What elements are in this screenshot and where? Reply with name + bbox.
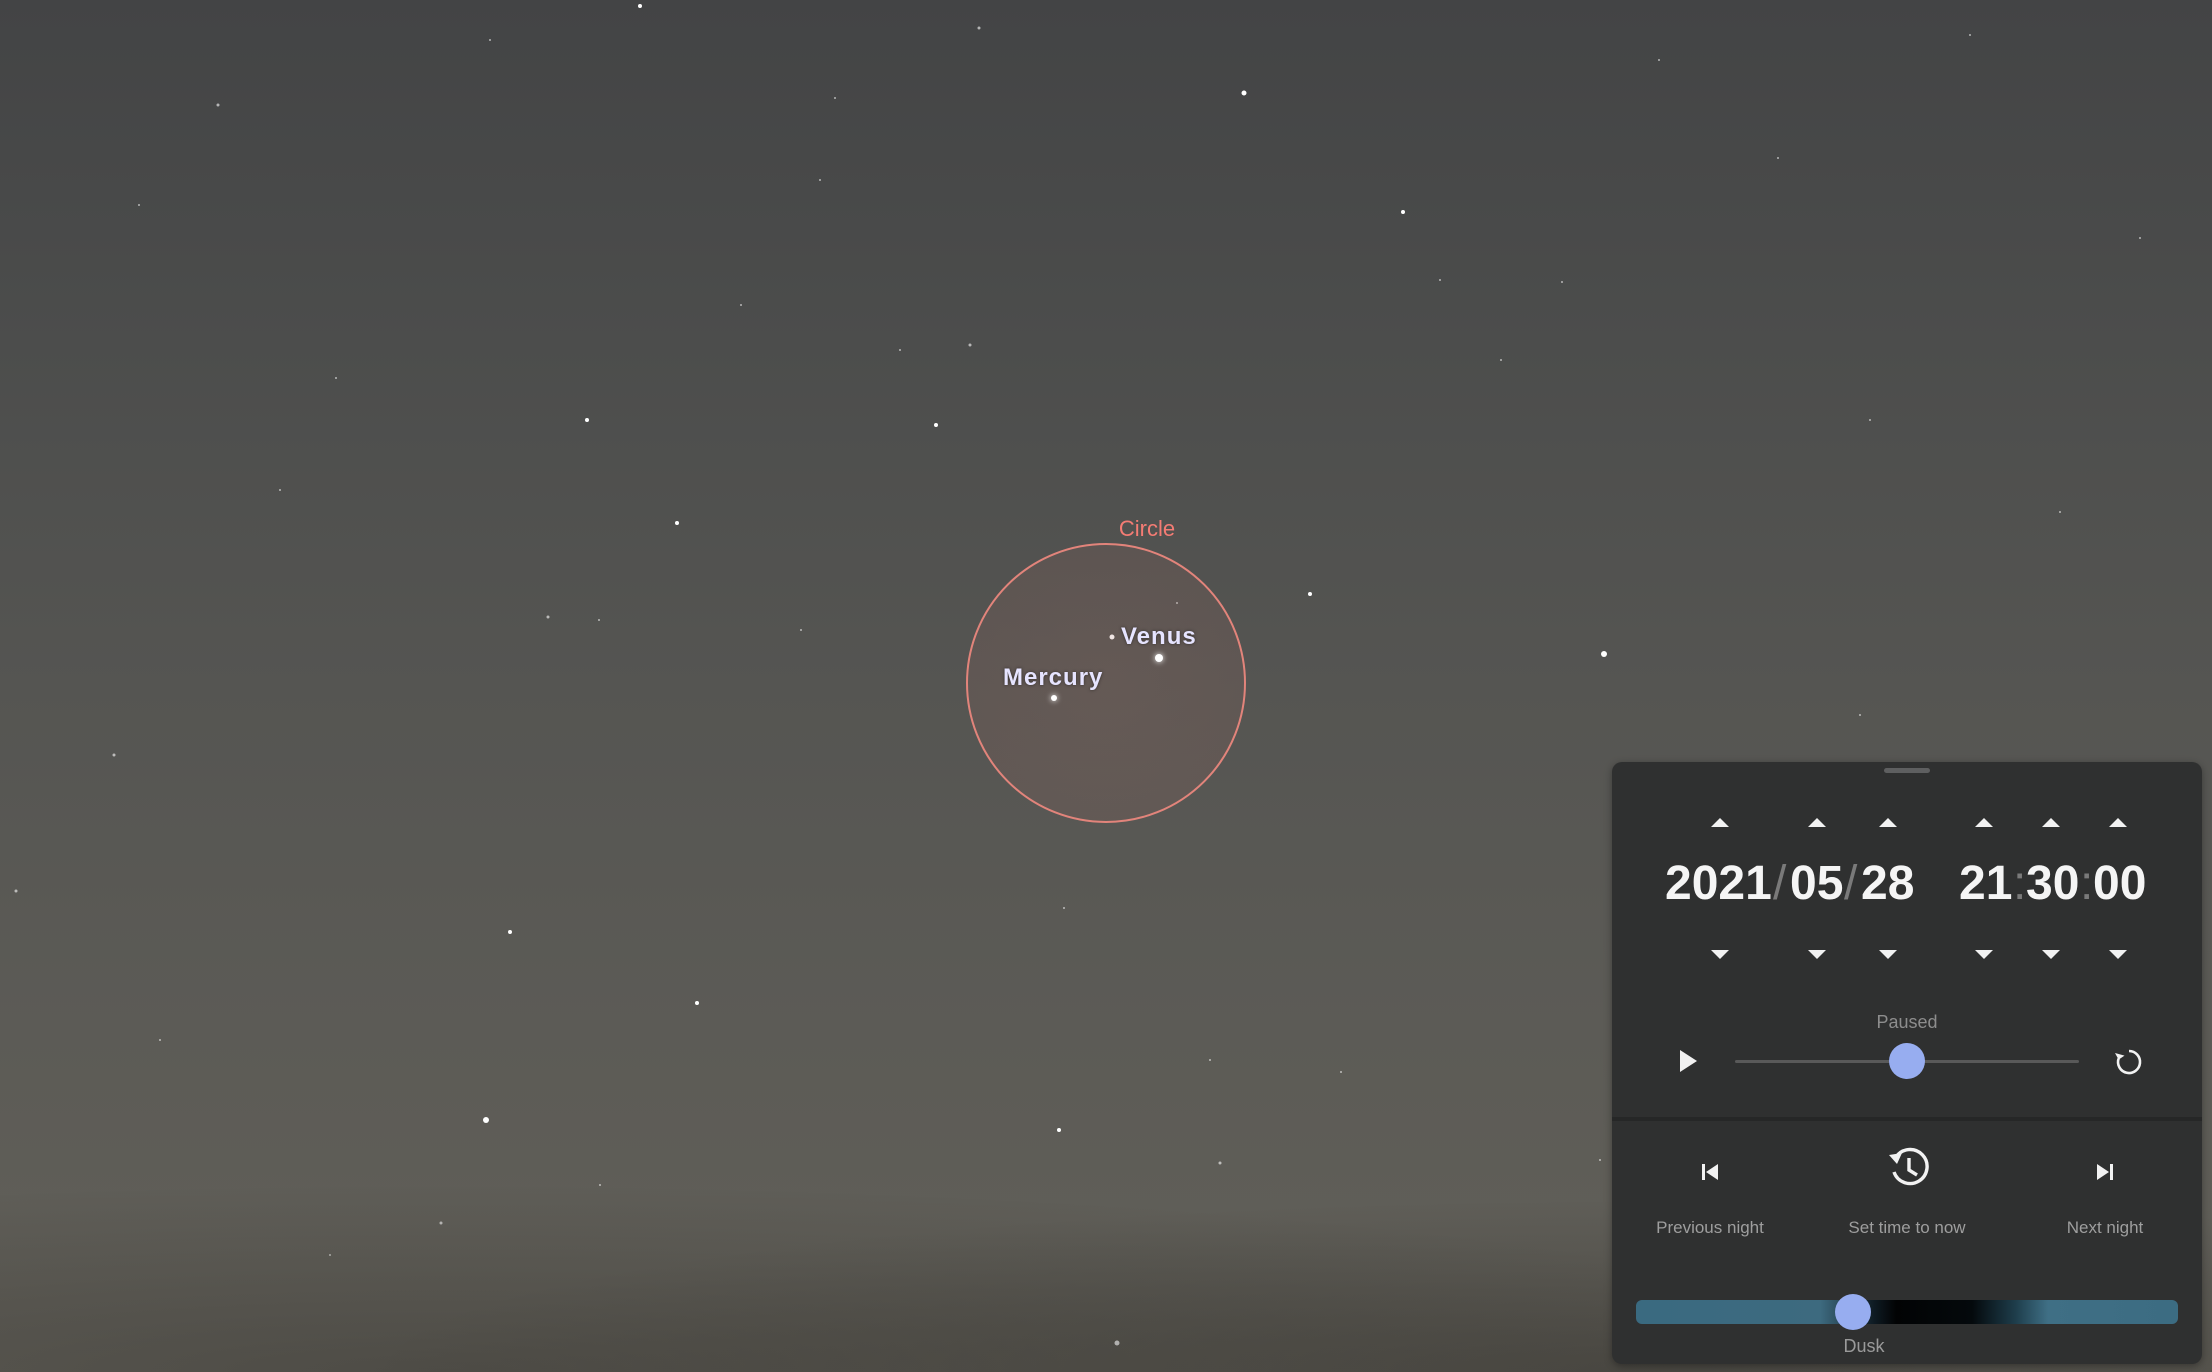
background-star[interactable]	[695, 1001, 699, 1005]
background-star[interactable]	[1969, 34, 1971, 36]
background-star[interactable]	[1308, 592, 1312, 596]
background-star[interactable]	[546, 615, 550, 619]
play-icon[interactable]	[1680, 1050, 1697, 1072]
background-star[interactable]	[1401, 210, 1405, 214]
venus-label[interactable]: Venus	[1121, 623, 1197, 651]
background-star[interactable]	[1057, 1128, 1061, 1132]
date-separator: /	[1773, 857, 1787, 910]
day-decrement-arrow[interactable]	[1879, 950, 1897, 959]
next-night-label: Next night	[2066, 1218, 2144, 1237]
month-increment-arrow[interactable]	[1808, 818, 1826, 827]
background-star[interactable]	[1340, 1071, 1342, 1073]
month-decrement-arrow[interactable]	[1808, 950, 1826, 959]
background-star[interactable]	[1241, 90, 1247, 96]
twilight-slider-knob[interactable]	[1834, 1294, 1871, 1330]
background-star[interactable]	[138, 204, 140, 206]
twilight-phase-label: Dusk	[1843, 1336, 1885, 1356]
background-star[interactable]	[819, 179, 821, 181]
background-star[interactable]	[1209, 1059, 1211, 1061]
previous-night-label: Previous night	[1656, 1218, 1764, 1237]
background-star[interactable]	[1439, 279, 1441, 281]
background-star[interactable]	[1561, 281, 1563, 283]
next-night-button[interactable]: Next night	[2030, 1152, 2180, 1242]
background-star[interactable]	[1601, 651, 1607, 657]
background-star[interactable]	[279, 489, 281, 491]
background-star[interactable]	[638, 4, 642, 8]
background-star[interactable]	[2059, 511, 2061, 513]
minute-increment-arrow[interactable]	[2042, 818, 2060, 827]
panel-drag-handle[interactable]	[1884, 768, 1930, 773]
background-star[interactable]	[1869, 419, 1871, 421]
day-field[interactable]: 28	[1861, 860, 1914, 908]
minute-decrement-arrow[interactable]	[2042, 950, 2060, 959]
time-speed-slider-knob[interactable]	[1889, 1043, 1925, 1079]
month-field[interactable]: 05	[1790, 860, 1843, 908]
second-decrement-arrow[interactable]	[2109, 950, 2127, 959]
year-increment-arrow[interactable]	[1711, 818, 1729, 827]
mercury-label[interactable]: Mercury	[1003, 664, 1103, 692]
playback-status: Paused	[1876, 1012, 1938, 1032]
background-star[interactable]	[1658, 59, 1660, 61]
venus-dot[interactable]	[1155, 654, 1163, 662]
year-decrement-arrow[interactable]	[1711, 950, 1729, 959]
background-star[interactable]	[1859, 714, 1861, 716]
background-star[interactable]	[335, 377, 337, 379]
previous-night-button[interactable]: Previous night	[1635, 1152, 1785, 1242]
set-time-to-now-label: Set time to now	[1848, 1218, 1966, 1237]
background-star[interactable]	[1777, 157, 1779, 159]
time-speed-slider[interactable]	[1735, 1043, 2079, 1079]
background-star[interactable]	[1063, 907, 1065, 909]
minute-field[interactable]: 30	[2026, 860, 2079, 908]
background-star[interactable]	[508, 930, 512, 934]
mercury-dot[interactable]	[1051, 695, 1057, 701]
panel-divider	[1612, 1117, 2202, 1121]
hour-decrement-arrow[interactable]	[1975, 950, 1993, 959]
day-increment-arrow[interactable]	[1879, 818, 1897, 827]
date-separator: /	[1844, 857, 1858, 910]
background-star[interactable]	[977, 26, 981, 30]
background-star[interactable]	[740, 304, 742, 306]
time-separator: :	[2013, 857, 2027, 910]
second-increment-arrow[interactable]	[2109, 818, 2127, 827]
background-star[interactable]	[675, 521, 679, 525]
background-star[interactable]	[585, 418, 589, 422]
set-time-to-now-button[interactable]: Set time to now	[1832, 1147, 1982, 1242]
background-star[interactable]	[489, 39, 491, 41]
hour-field[interactable]: 21	[1959, 860, 2012, 908]
background-star[interactable]	[1500, 359, 1502, 361]
background-star[interactable]	[483, 1117, 489, 1123]
background-star[interactable]	[598, 619, 600, 621]
year-field[interactable]: 2021	[1665, 860, 1772, 908]
background-star[interactable]	[14, 889, 18, 893]
background-star[interactable]	[834, 97, 836, 99]
skip-previous-icon	[1702, 1164, 1718, 1180]
background-star[interactable]	[159, 1039, 161, 1041]
background-star[interactable]	[216, 103, 220, 107]
history-clock-icon	[1889, 1147, 1929, 1186]
skip-next-icon	[2097, 1164, 2113, 1180]
time-control-panel: 2021 / 05 / 28 21 : 30 : 00 Paused Previ…	[1612, 762, 2202, 1364]
background-star[interactable]	[112, 753, 116, 757]
background-star[interactable]	[934, 423, 938, 427]
reset-speed-icon[interactable]	[2109, 1042, 2149, 1082]
hour-increment-arrow[interactable]	[1975, 818, 1993, 827]
background-star[interactable]	[800, 629, 802, 631]
time-separator: :	[2080, 857, 2094, 910]
second-field[interactable]: 00	[2093, 860, 2146, 908]
background-star[interactable]	[899, 349, 901, 351]
background-star[interactable]	[2139, 237, 2141, 239]
background-star[interactable]	[968, 343, 972, 347]
twilight-slider[interactable]	[1636, 1294, 2178, 1330]
circle-marker-label: Circle	[1118, 516, 1176, 541]
